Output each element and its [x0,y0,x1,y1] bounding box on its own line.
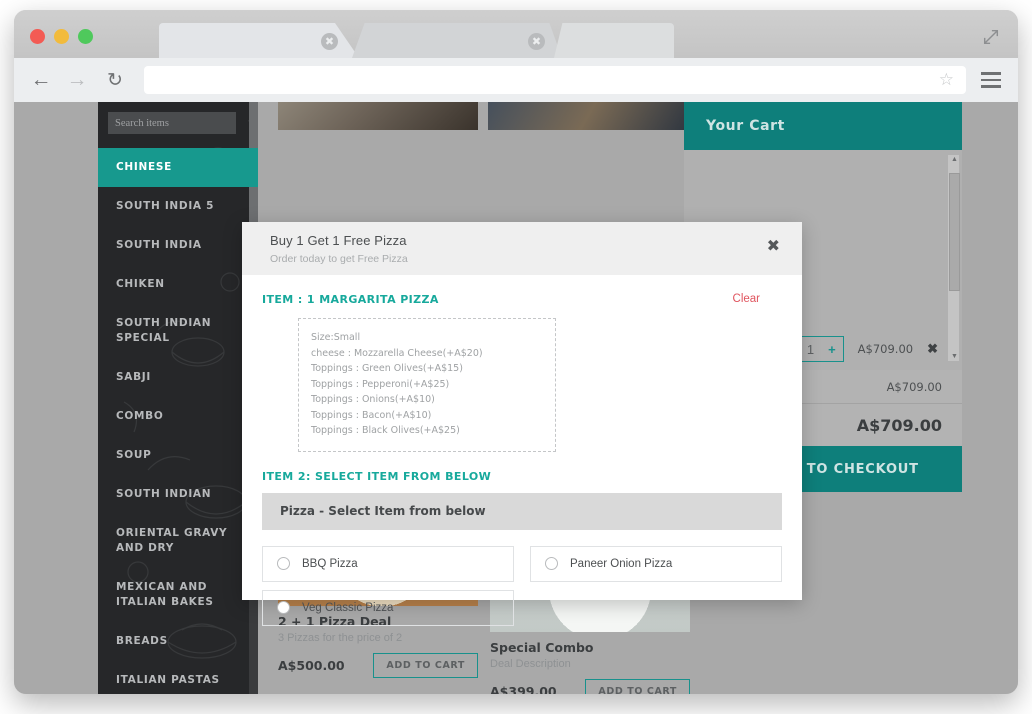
remove-item-button[interactable]: ✖ [927,341,938,357]
radio-button-icon[interactable] [545,557,558,570]
maximize-window-button[interactable] [78,29,93,44]
close-icon[interactable]: ✖ [321,33,338,50]
back-button[interactable]: ← [26,65,56,95]
cart-scrollbar[interactable]: ▲ ▼ [947,154,960,362]
category-sidebar: 🔍 CHINESESOUTH INDIA 5SOUTH INDIACHIKENS… [98,102,258,694]
item1-option-line: Toppings : Black Olives(+A$25) [311,425,460,436]
modal-header: Buy 1 Get 1 Free Pizza Order today to ge… [242,222,802,275]
choice-option[interactable]: BBQ Pizza [262,545,514,582]
item1-option-line: cheese : Mozzarella Cheese(+A$20) [311,347,483,359]
sidebar-item-south-india-5[interactable]: SOUTH INDIA 5 [98,187,258,226]
forward-button[interactable]: → [62,65,92,95]
item1-option-line: Toppings : Bacon(+A$10) [311,409,432,421]
item2-heading: ITEM 2: SELECT ITEM FROM BELOW [262,469,492,483]
browser-toolbar: ← → ↻ ☆ [14,58,1018,102]
product-image [488,102,688,130]
search-box[interactable]: 🔍 [108,112,258,134]
cart-item-price: A$709.00 [857,342,914,356]
sidebar-item-oriental-gravy-and-dry[interactable]: ORIENTAL GRAVY AND DRY [98,514,258,568]
product-price: A$500.00 [278,658,345,673]
sidebar-item-breads[interactable]: BREADS [98,622,258,661]
choice-option[interactable]: Paneer Onion Pizza [530,545,782,582]
search-input[interactable] [115,117,248,129]
radio-button-icon[interactable] [277,601,290,614]
maximize-icon[interactable] [982,28,1000,46]
modal-subtitle: Order today to get Free Pizza [270,253,408,265]
top-product-strip [278,102,698,130]
item1-option-line: Toppings : Pepperoni(+A$25) [311,378,450,390]
browser-tab[interactable] [554,23,674,58]
browser-tab[interactable]: ✖ [352,23,562,58]
address-bar[interactable]: ☆ [144,66,966,94]
bookmark-star-icon[interactable]: ☆ [939,70,954,90]
close-icon[interactable]: ✖ [528,33,545,50]
close-icon[interactable]: ✖ [767,236,780,255]
product-name: Special Combo [490,640,594,655]
cart-title: Your Cart [684,102,962,150]
browser-window: ✖ ✖ ← → ↻ ☆ Search items CHINESE SOUTH I… [14,10,1018,694]
browser-tab[interactable]: ✖ [159,23,359,58]
hamburger-menu-icon[interactable] [974,72,1008,88]
minimize-window-button[interactable] [54,29,69,44]
sidebar-item-italian-pastas[interactable]: ITALIAN PASTAS [98,661,258,694]
modal-body: ITEM : 1 MARGARITA PIZZA Clear Size:Smal… [242,275,802,626]
sidebar-item-chiken[interactable]: CHIKEN [98,265,258,304]
choice-label: BBQ Pizza [302,557,358,570]
add-to-cart-button[interactable]: ADD TO CART [585,679,690,694]
product-description: 3 Pizzas for the price of 2 [278,632,403,644]
add-to-cart-button[interactable]: ADD TO CART [373,653,478,678]
increase-quantity-button[interactable]: + [821,342,843,357]
item1-option-line: Toppings : Onions(+A$10) [311,394,435,405]
tab-strip: ✖ ✖ [14,10,1018,58]
sidebar-item-sabji[interactable]: SABJI [98,358,258,397]
sidebar-item-soup[interactable]: SOUP [98,436,258,475]
item1-option-line: Size:Small [311,332,361,343]
item1-heading: ITEM : 1 MARGARITA PIZZA [262,293,439,306]
item2-group-label: Pizza - Select Item from below [262,492,782,530]
choice-label: Paneer Onion Pizza [570,557,673,570]
close-window-button[interactable] [30,29,45,44]
item1-option-line: Toppings : Green Olives(+A$15) [311,363,463,374]
item1-header-row: ITEM : 1 MARGARITA PIZZA Clear [262,293,782,306]
choice-label: Veg Classic Pizza [302,601,394,614]
choice-option[interactable]: Veg Classic Pizza [262,589,514,626]
clear-button[interactable]: Clear [733,293,760,305]
sidebar-item-mexican-and-italian-bakes[interactable]: MEXICAN AND ITALIAN BAKES [98,568,258,622]
radio-button-icon[interactable] [277,557,290,570]
scroll-down-icon[interactable]: ▼ [951,353,958,360]
sidebar-item-south-indian-special[interactable]: SOUTH INDIAN SPECIAL [98,304,258,358]
product-footer: A$399.00 ADD TO CART [490,679,690,694]
sidebar-item-chinese[interactable]: CHINESE [98,148,258,187]
product-price: A$399.00 [490,684,557,694]
cart-scrollbar-thumb[interactable] [949,173,960,291]
page-viewport: 🔍 CHINESESOUTH INDIA 5SOUTH INDIACHIKENS… [14,102,1018,694]
quantity-value: 1 [806,341,815,357]
sidebar-item-south-india[interactable]: SOUTH INDIA [98,226,258,265]
product-image [278,102,478,130]
item1-options-box: Size:Small cheese : Mozzarella Cheese(+A$… [298,318,556,452]
product-footer: A$500.00 ADD TO CART [278,653,478,678]
deal-modal: Buy 1 Get 1 Free Pizza Order today to ge… [242,222,802,626]
sidebar-item-south-indian[interactable]: SOUTH INDIAN [98,475,258,514]
scroll-up-icon[interactable]: ▲ [951,156,958,163]
category-list: CHINESE SOUTH INDIA 5 SOUTH INDIA CHIKEN SOU… [98,148,258,694]
modal-title: Buy 1 Get 1 Free Pizza [270,233,407,248]
window-controls [30,29,93,44]
sidebar-item-combo[interactable]: COMBO [98,397,258,436]
item2-choice-list: BBQ Pizza Paneer Onion Pizza Veg Classic P… [262,545,782,626]
reload-button[interactable]: ↻ [100,65,130,95]
product-description: Deal Description [490,658,571,670]
